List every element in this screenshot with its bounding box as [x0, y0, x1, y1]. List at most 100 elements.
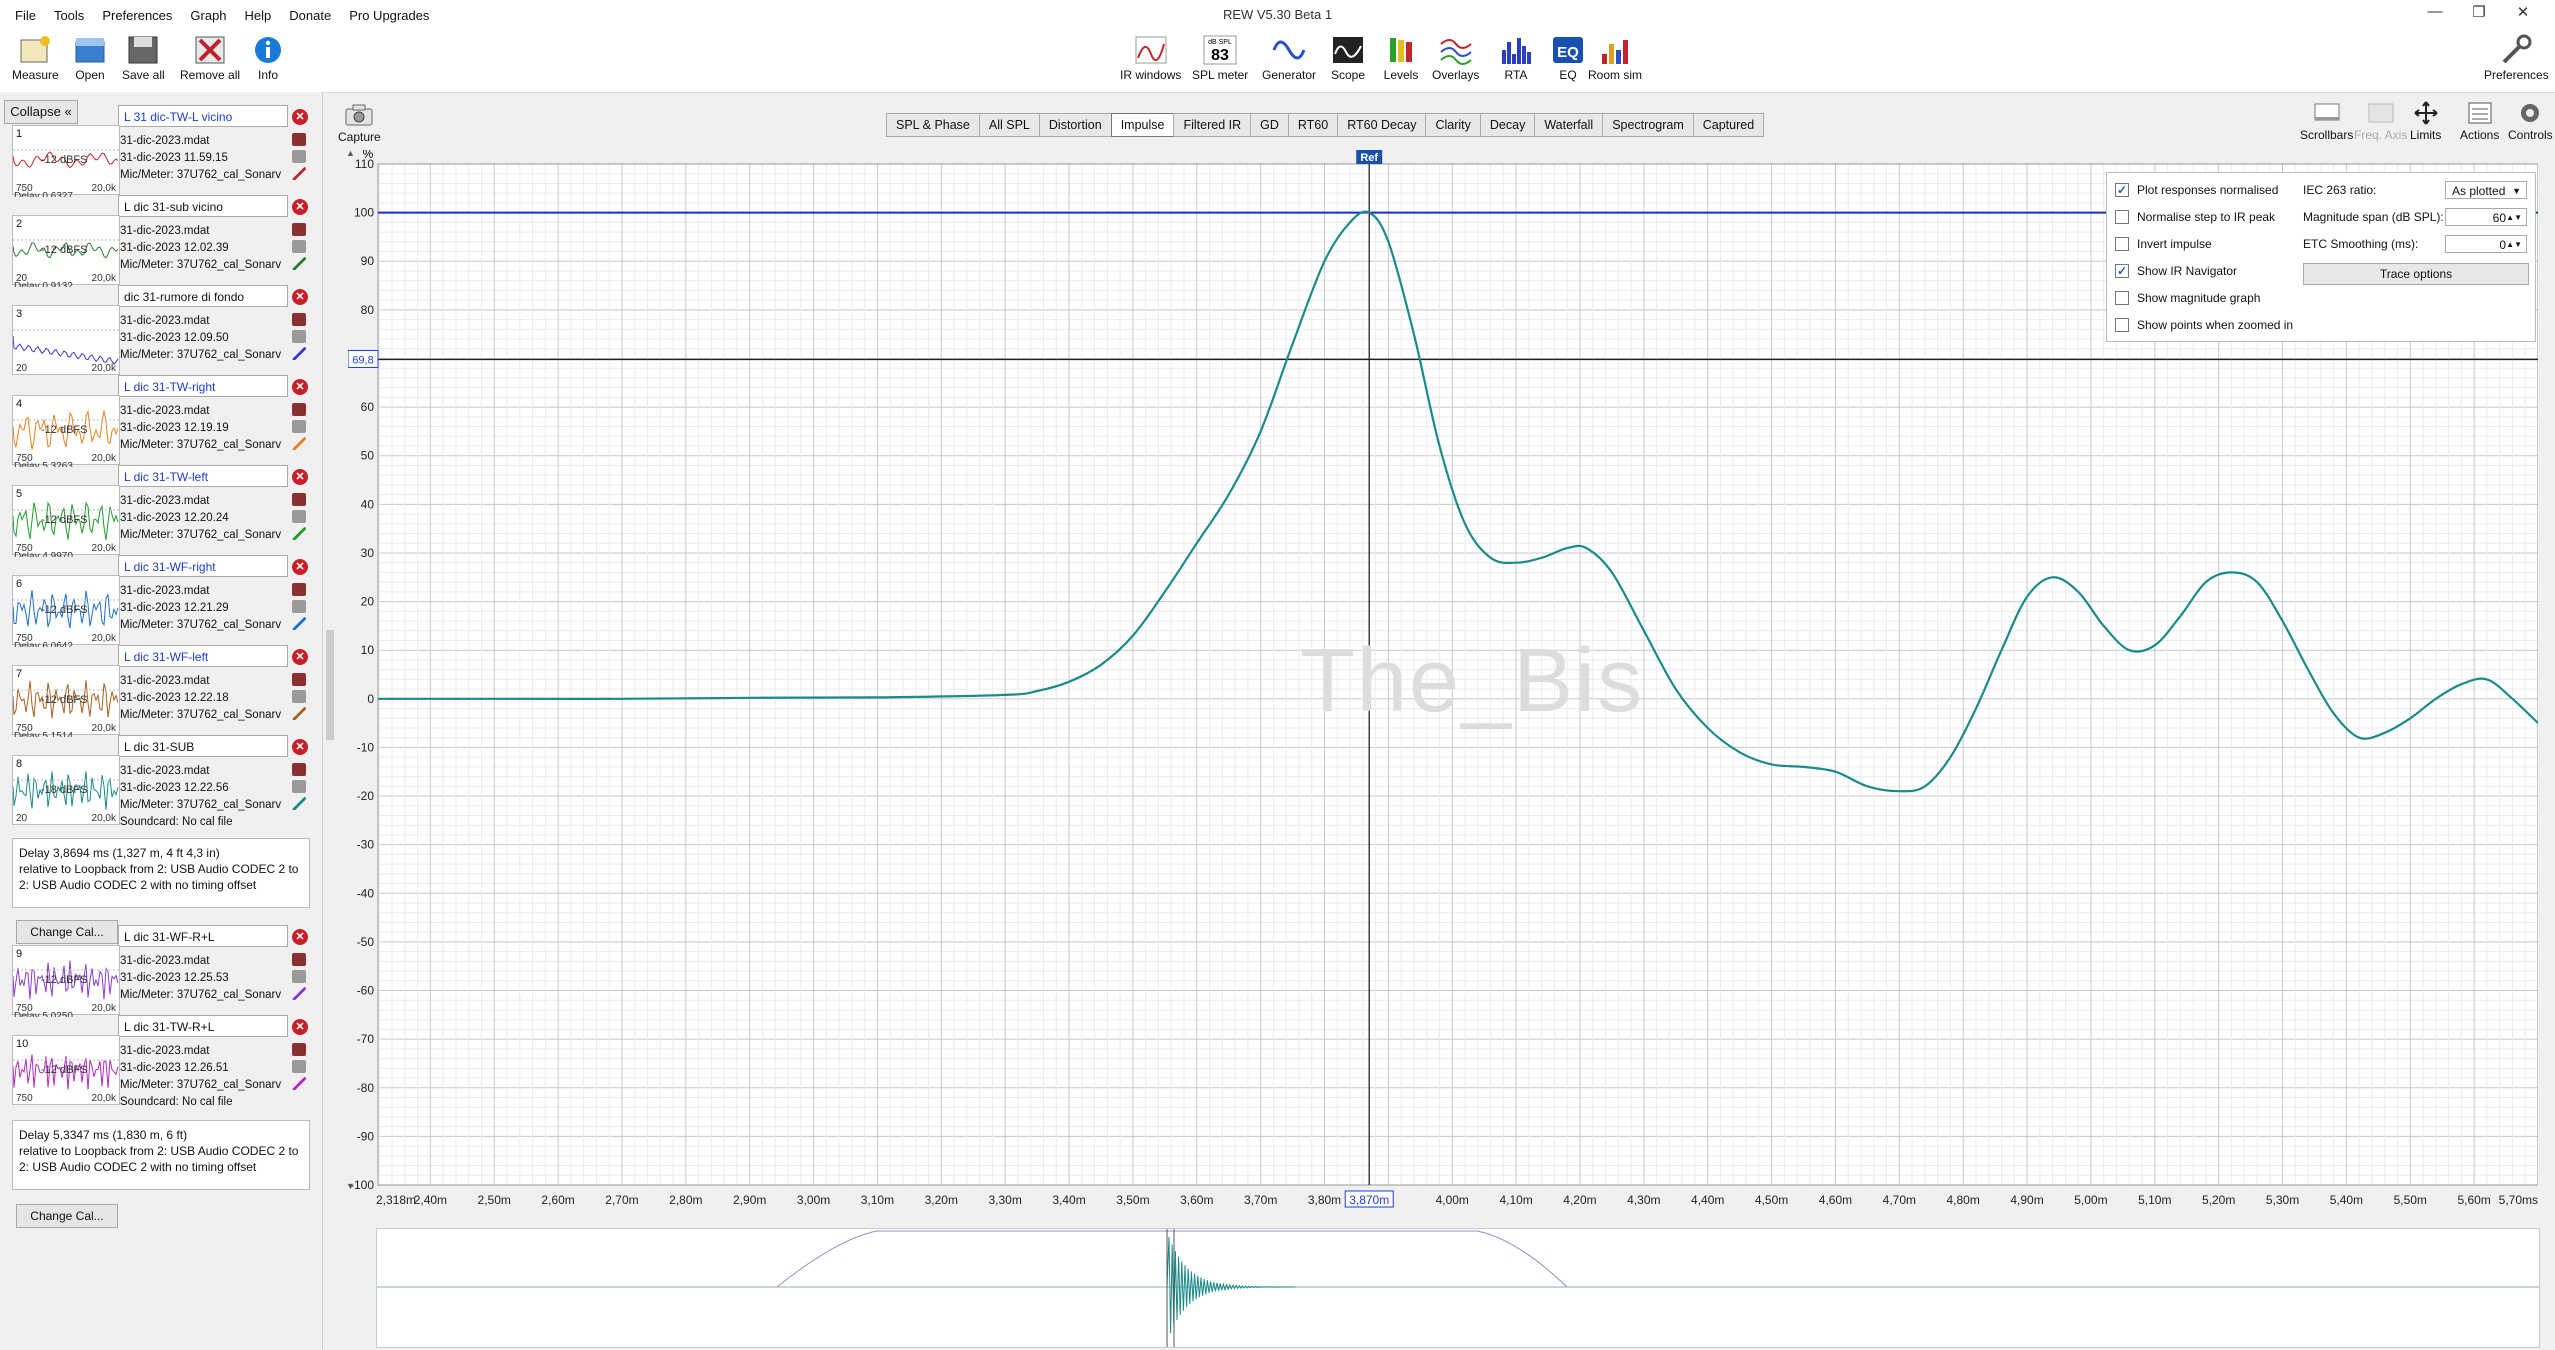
room-sim-button[interactable]: Room sim — [1588, 34, 1642, 82]
change-cal-button[interactable]: Change Cal... — [16, 1204, 118, 1228]
spl-meter-button[interactable]: 83 dB SPL SPL meter — [1192, 34, 1248, 82]
option-normalise-step-to-ir-peak[interactable]: Normalise step to IR peak — [2115, 208, 2275, 226]
pen-icon[interactable] — [292, 150, 306, 163]
tab-all-spl[interactable]: All SPL — [978, 113, 1040, 137]
tab-clarity[interactable]: Clarity — [1425, 113, 1481, 137]
measurement-thumbnail[interactable]: 1 -12 dBFS 750 20,0k — [12, 125, 120, 195]
ir-windows-button[interactable]: IR windows — [1120, 34, 1181, 82]
delete-measurement-icon[interactable]: ✕ — [292, 469, 308, 485]
chart-icon[interactable] — [292, 313, 306, 326]
chart-icon[interactable] — [292, 403, 306, 416]
save-all-button[interactable]: Save all — [122, 34, 165, 82]
trace-options-button[interactable]: Trace options — [2303, 263, 2529, 285]
change-cal-button[interactable]: Change Cal... — [16, 920, 118, 944]
chart-icon[interactable] — [292, 953, 306, 966]
measurement-name-field[interactable]: L dic 31-TW-right — [118, 375, 288, 397]
chart-icon[interactable] — [292, 763, 306, 776]
measurement-thumbnail[interactable]: 4 -12 dBFS 750 20,0k — [12, 395, 120, 465]
scrollbarsbutton[interactable]: Scrollbars — [2300, 100, 2353, 142]
measurement-thumbnail[interactable]: 6 -12 dBFS 750 20,0k — [12, 575, 120, 645]
chart-icon[interactable] — [292, 673, 306, 686]
measurement-name-field[interactable]: L dic 31-SUB — [118, 735, 288, 757]
color-line-icon[interactable] — [292, 987, 306, 1000]
pen-icon[interactable] — [292, 240, 306, 253]
generator-button[interactable]: Generator — [1262, 34, 1316, 82]
pen-icon[interactable] — [292, 1060, 306, 1073]
measurement-thumbnail[interactable]: 8 -18 dBFS 20 20,0k — [12, 755, 120, 825]
ir-navigator[interactable] — [376, 1228, 2540, 1348]
etc-smoothing-input[interactable]: 0 ▲▼ — [2445, 235, 2527, 253]
limitsbutton[interactable]: Limits — [2410, 100, 2441, 142]
measurement-item[interactable]: L 31 dic-TW-L vicino ✕ 1 -12 dBFS 750 20,0k 31… — [8, 105, 314, 197]
pen-icon[interactable] — [292, 420, 306, 433]
remove-all-button[interactable]: Remove all — [180, 34, 240, 82]
measurement-item[interactable]: L dic 31-TW-left ✕ 5 -12 dBFS 750 20,0k 31-dic… — [8, 465, 314, 557]
maximize-button[interactable]: ❐ — [2457, 3, 2501, 21]
color-line-icon[interactable] — [292, 437, 306, 450]
measurement-item[interactable]: dic 31-rumore di fondo ✕ 3 20 20,0k 31-dic-20… — [8, 285, 314, 375]
option-invert-impulse[interactable]: Invert impulse — [2115, 235, 2212, 253]
chart-icon[interactable] — [292, 223, 306, 236]
scope-button[interactable]: Scope — [1330, 34, 1366, 82]
close-button[interactable]: ✕ — [2501, 3, 2545, 21]
overlays-button[interactable]: Overlays — [1432, 34, 1479, 82]
controlsbutton[interactable]: Controls — [2508, 100, 2553, 142]
pen-icon[interactable] — [292, 510, 306, 523]
option-plot-responses-normalised[interactable]: Plot responses normalised — [2115, 181, 2278, 199]
delete-measurement-icon[interactable]: ✕ — [292, 199, 308, 215]
delete-measurement-icon[interactable]: ✕ — [292, 1019, 308, 1035]
measurement-item[interactable]: L dic 31-WF-right ✕ 6 -12 dBFS 750 20,0k 31-di… — [8, 555, 314, 647]
measurement-thumbnail[interactable]: 10 -12 dBFS 750 20,0k — [12, 1035, 120, 1105]
capture-button[interactable]: Capture — [338, 104, 381, 144]
delete-measurement-icon[interactable]: ✕ — [292, 289, 308, 305]
delete-measurement-icon[interactable]: ✕ — [292, 559, 308, 575]
freq-axisbutton[interactable]: Freq. Axis — [2354, 100, 2407, 142]
measurement-item[interactable]: L dic 31-sub vicino ✕ 2 -12 dBFS 20 20,0k 31-d… — [8, 195, 314, 287]
minimize-button[interactable]: — — [2413, 3, 2457, 21]
actionsbutton[interactable]: Actions — [2460, 100, 2499, 142]
chart-icon[interactable] — [292, 133, 306, 146]
measurement-thumbnail[interactable]: 2 -12 dBFS 20 20,0k — [12, 215, 120, 285]
measurement-item[interactable]: L dic 31-TW-R+L ✕ 10 -12 dBFS 750 20,0k 31-dic… — [8, 1015, 314, 1108]
checkbox-icon[interactable] — [2115, 290, 2129, 305]
levels-button[interactable]: Levels — [1383, 34, 1419, 82]
color-line-icon[interactable] — [292, 167, 306, 180]
iec-ratio-select[interactable]: As plotted ▼ — [2445, 181, 2527, 199]
measurement-item[interactable]: L dic 31-WF-left ✕ 7 -12 dBFS 750 20,0k 31-dic… — [8, 645, 314, 737]
color-line-icon[interactable] — [292, 797, 306, 810]
tab-rt60[interactable]: RT60 — [1287, 113, 1339, 137]
scroll-down-icon[interactable]: ▼ — [348, 1181, 355, 1191]
tab-distortion[interactable]: Distortion — [1038, 113, 1112, 137]
measurement-item[interactable]: L dic 31-TW-right ✕ 4 -12 dBFS 750 20,0k 31-di… — [8, 375, 314, 467]
info-button[interactable]: Info — [250, 34, 286, 82]
color-line-icon[interactable] — [292, 347, 306, 360]
color-line-icon[interactable] — [292, 707, 306, 720]
delete-measurement-icon[interactable]: ✕ — [292, 929, 308, 945]
measurement-item[interactable]: L dic 31-SUB ✕ 8 -18 dBFS 20 20,0k 31-dic-2023… — [8, 735, 314, 828]
checkbox-checked-icon[interactable] — [2115, 262, 2129, 280]
measurement-name-field[interactable]: L dic 31-TW-R+L — [118, 1015, 288, 1037]
measurement-name-field[interactable]: L dic 31-sub vicino — [118, 195, 288, 217]
option-show-points-when-zoomed-in[interactable]: Show points when zoomed in — [2115, 316, 2293, 334]
measurement-thumbnail[interactable]: 9 -12 dBFS 750 20,0k — [12, 945, 120, 1015]
option-show-magnitude-graph[interactable]: Show magnitude graph — [2115, 289, 2260, 307]
magnitude-span-input[interactable]: 60 ▲▼ — [2445, 208, 2527, 226]
scroll-up-icon[interactable]: ▲ — [348, 150, 355, 158]
chart-icon[interactable] — [292, 493, 306, 506]
color-line-icon[interactable] — [292, 527, 306, 540]
measure-button[interactable]: Measure — [12, 34, 59, 82]
color-line-icon[interactable] — [292, 257, 306, 270]
delete-measurement-icon[interactable]: ✕ — [292, 649, 308, 665]
pen-icon[interactable] — [292, 600, 306, 613]
color-line-icon[interactable] — [292, 617, 306, 630]
measurement-name-field[interactable]: L 31 dic-TW-L vicino — [118, 105, 288, 127]
open-button[interactable]: Open — [72, 34, 108, 82]
left-panel-scrollbar[interactable] — [326, 630, 334, 740]
measurement-thumbnail[interactable]: 3 20 20,0k — [12, 305, 120, 375]
measurement-thumbnail[interactable]: 7 -12 dBFS 750 20,0k — [12, 665, 120, 735]
chart-icon[interactable] — [292, 1043, 306, 1056]
pen-icon[interactable] — [292, 780, 306, 793]
tab-spectrogram[interactable]: Spectrogram — [1602, 113, 1694, 137]
color-line-icon[interactable] — [292, 1077, 306, 1090]
pen-icon[interactable] — [292, 970, 306, 983]
